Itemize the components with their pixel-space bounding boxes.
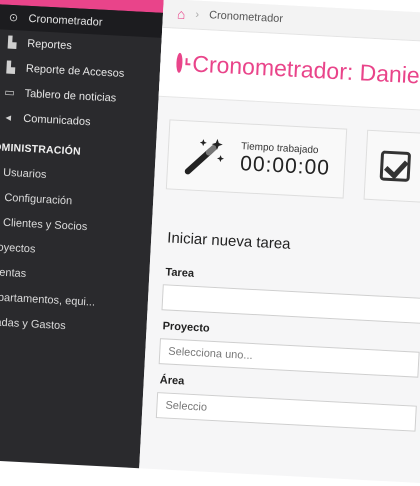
home-icon[interactable]: ⌂ bbox=[177, 6, 186, 22]
completed-card bbox=[363, 129, 420, 206]
sidebar-item-label: Proyectos bbox=[0, 240, 36, 256]
time-worked-card: Tiempo trabajado 00:00:00 bbox=[165, 119, 348, 199]
sidebar-item-label: Departamentos, equi... bbox=[0, 290, 96, 309]
sidebar-item-label: Reporte de Accesos bbox=[25, 62, 125, 80]
checkbox-checked-icon bbox=[379, 150, 412, 183]
megaphone-icon: ◂ bbox=[5, 111, 12, 125]
sidebar-item-label: Usuarios bbox=[2, 166, 47, 181]
chart-icon: ▙ bbox=[6, 61, 16, 75]
sidebar-item-label: Reportes bbox=[26, 37, 73, 52]
page-title: Cronometrador: Daniel Mu bbox=[191, 50, 420, 90]
magic-wand-icon bbox=[184, 138, 224, 175]
board-icon: ▭ bbox=[4, 86, 16, 100]
time-worked-value: 00:00:00 bbox=[239, 151, 331, 180]
main-content: ⌂ › Cronometrador Cronometrador: Daniel … bbox=[139, 0, 420, 484]
sidebar: ⊙ Cronometrador ▙ Reportes ▙ Reporte de … bbox=[0, 0, 164, 469]
sidebar-item-label: Cronometrador bbox=[28, 12, 103, 29]
stats-cards: Tiempo trabajado 00:00:00 bbox=[153, 97, 420, 223]
chart-icon: ▙ bbox=[7, 36, 17, 50]
sidebar-item-label: Configuración bbox=[4, 191, 73, 207]
sidebar-item-label: ntradas y Gastos bbox=[0, 315, 66, 332]
clock-icon: ⊙ bbox=[8, 11, 19, 25]
sidebar-item-label: Clientes y Socios bbox=[2, 216, 88, 233]
clock-icon bbox=[175, 52, 183, 73]
sidebar-item-label: Cuentas bbox=[0, 265, 27, 280]
sidebar-item-label: Tablero de noticias bbox=[24, 87, 117, 105]
app-scene: ⊙ Cronometrador ▙ Reportes ▙ Reporte de … bbox=[0, 0, 420, 484]
sidebar-item-label: Comunicados bbox=[23, 112, 91, 128]
breadcrumb-current: Cronometrador bbox=[208, 9, 284, 26]
chevron-right-icon: › bbox=[195, 8, 200, 21]
